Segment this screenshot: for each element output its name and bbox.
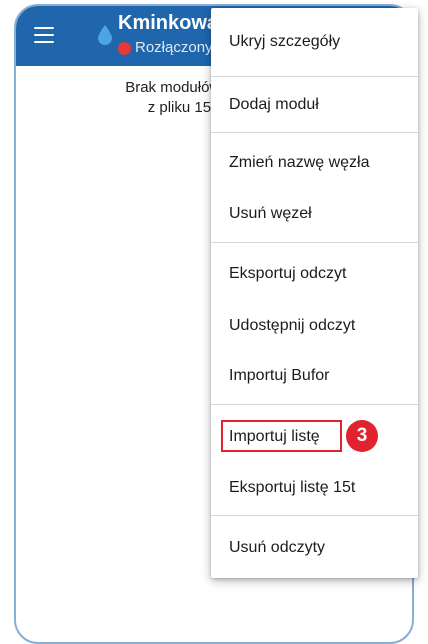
menu-item-import-buffer[interactable]: Importuj Bufor [211,351,418,401]
overflow-menu: Ukryj szczegóły Dodaj moduł Zmień nazwę … [211,8,418,578]
menu-item-add-module[interactable]: Dodaj moduł [211,80,418,130]
menu-item-hide-details[interactable]: Ukryj szczegóły [211,17,418,67]
step-badge: 3 [346,420,378,452]
menu-item-delete-node[interactable]: Usuń węzeł [211,189,418,239]
menu-divider [211,132,418,133]
menu-item-delete-readings[interactable]: Usuń odczyty [211,523,418,573]
menu-divider [211,404,418,405]
highlight-box [221,420,342,452]
menu-item-export-reading[interactable]: Eksportuj odczyt [211,249,418,299]
status-dot-icon [118,42,131,55]
water-drop-icon [98,25,112,45]
node-title: Kminkowa [118,12,219,34]
menu-divider [211,242,418,243]
menu-divider [211,515,418,516]
menu-item-share-reading[interactable]: Udostępnij odczyt [211,301,418,351]
hamburger-menu-icon[interactable] [34,27,54,43]
menu-divider [211,76,418,77]
menu-item-export-list-15t[interactable]: Eksportuj listę 15t [211,463,418,513]
connection-status: Rozłączony [135,39,213,56]
menu-item-rename-node[interactable]: Zmień nazwę węzła [211,138,418,188]
